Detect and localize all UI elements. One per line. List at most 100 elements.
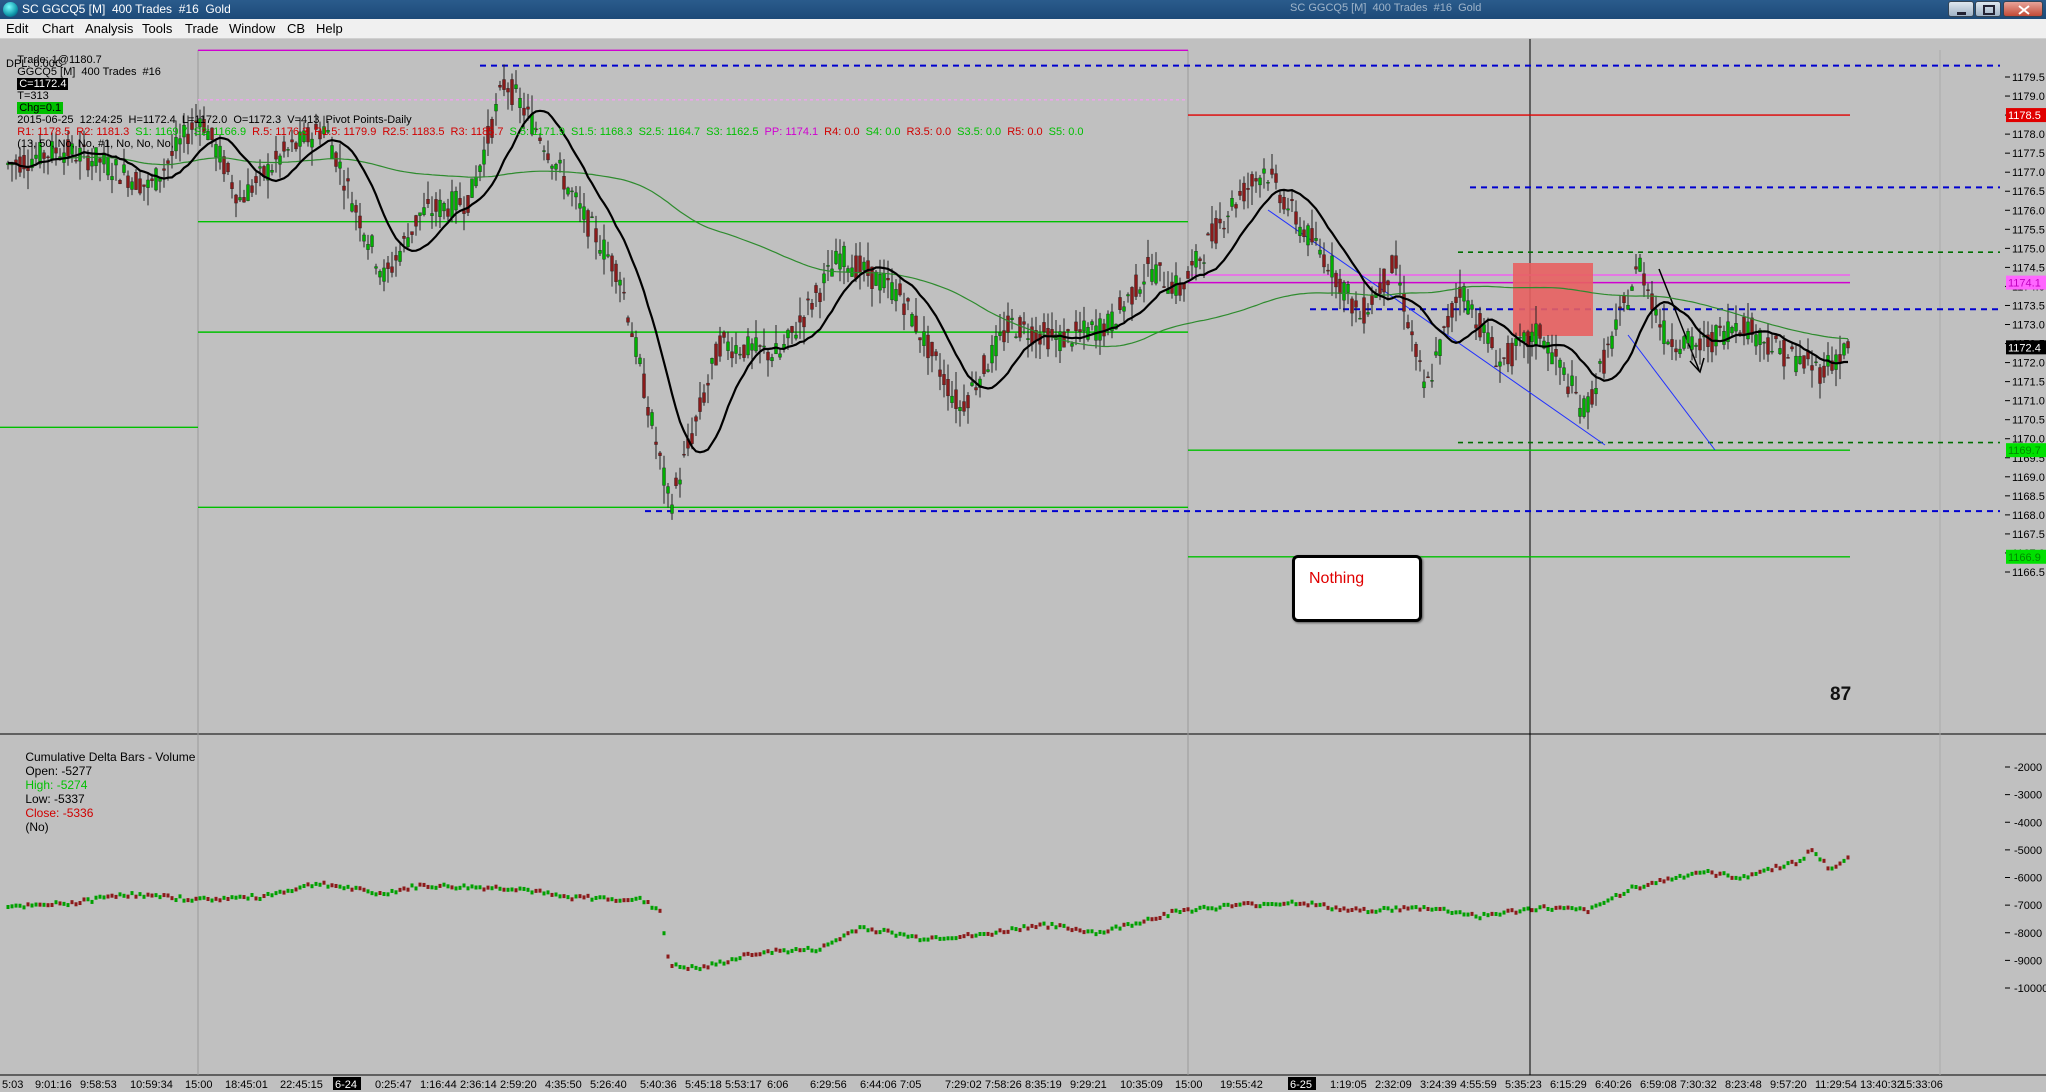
candle-body	[170, 151, 174, 156]
candle-body	[474, 176, 478, 187]
close-icon	[2018, 5, 2030, 15]
delta-bar	[478, 885, 482, 890]
delta-bar	[1338, 908, 1342, 913]
candle-body	[1262, 168, 1266, 174]
r1-price-badge: 1178.5	[2008, 110, 2041, 122]
menu-edit[interactable]: Edit	[6, 21, 28, 36]
candle-body	[1334, 272, 1338, 288]
candle-body	[1050, 329, 1054, 337]
menu-trade[interactable]: Trade	[185, 21, 218, 36]
delta-bar	[1746, 875, 1750, 880]
candle-body	[1402, 293, 1406, 312]
pivot-value: PP: 1174.1	[764, 126, 819, 138]
price-chart-svg[interactable]: 1179.5 1179.0 1178.5 1178.0 1177.5 1177.0 1176…	[0, 39, 2046, 1092]
delta-bar	[1450, 910, 1454, 915]
candle-body	[1502, 357, 1506, 359]
menu-cb[interactable]: CB	[287, 21, 305, 36]
candle-body	[1298, 226, 1302, 236]
candle-body	[442, 203, 446, 212]
menu-window[interactable]: Window	[229, 21, 275, 36]
candle-body	[1338, 278, 1342, 294]
delta-bar	[518, 886, 522, 891]
delta-bar	[1002, 930, 1006, 935]
delta-bar	[1174, 908, 1178, 913]
candle-body	[1462, 286, 1466, 302]
maximize-icon	[1983, 5, 1995, 15]
delta-bar	[1342, 906, 1346, 911]
delta-bar	[398, 887, 402, 892]
menu-help[interactable]: Help	[316, 21, 343, 36]
minimize-button[interactable]	[1948, 1, 1974, 17]
menu-chart[interactable]: Chart	[42, 21, 74, 36]
delta-bar	[1770, 868, 1774, 873]
candle-body	[754, 337, 758, 352]
delta-bar	[942, 936, 946, 941]
nothing-annotation-box[interactable]: Nothing	[1292, 555, 1422, 622]
delta-bar	[1694, 870, 1698, 875]
delta-bar	[1678, 873, 1682, 878]
delta-bar	[774, 947, 778, 952]
pivot-value: S5: 0.0	[1048, 126, 1084, 138]
delta-bar	[790, 948, 794, 953]
delta-bar	[178, 894, 182, 899]
menu-tools[interactable]: Tools	[142, 21, 172, 36]
delta-bar	[1550, 907, 1554, 912]
candle-body	[466, 195, 470, 213]
candle-body	[974, 387, 978, 391]
delta-bar	[550, 892, 554, 897]
candle-body	[1410, 331, 1414, 336]
close-button[interactable]	[2003, 1, 2043, 17]
delta-bar	[554, 892, 558, 897]
delta-bar	[1306, 903, 1310, 908]
delta-bar	[10, 904, 14, 909]
delta-bar	[202, 895, 206, 900]
candle-body	[414, 215, 418, 227]
candle-body	[918, 337, 922, 341]
candle-body	[334, 152, 338, 167]
delta-bar	[1438, 907, 1442, 912]
pivot-value: S3.5: 0.0	[957, 126, 1002, 138]
delta-bar	[174, 898, 178, 903]
delta-bar	[1142, 919, 1146, 924]
delta-tick-label: -5000	[2014, 845, 2042, 857]
delta-bar	[1642, 884, 1646, 889]
candle-body	[650, 412, 654, 426]
candle-body	[710, 358, 714, 364]
delta-bar	[1106, 929, 1110, 934]
menu-analysis[interactable]: Analysis	[85, 21, 133, 36]
candle-body	[238, 197, 242, 201]
price-tick-label: 1171.5	[2012, 377, 2045, 389]
delta-bar	[438, 883, 442, 888]
candle-body	[1490, 337, 1494, 349]
candle-body	[494, 104, 498, 112]
study-params: (13, 50, No, No, #1, No, No, No,	[17, 138, 174, 150]
candle-body	[1658, 324, 1662, 328]
candle-body	[410, 231, 414, 235]
delta-bar	[186, 898, 190, 903]
chart-area[interactable]: 1179.5 1179.0 1178.5 1178.0 1177.5 1177.0 1176…	[0, 39, 2046, 1092]
maximize-button[interactable]	[1975, 1, 2001, 17]
candle-body	[290, 139, 294, 143]
delta-bar	[1606, 898, 1610, 903]
delta-bar	[1202, 904, 1206, 909]
time-label: 10:59:34	[130, 1079, 173, 1091]
delta-bar	[1522, 907, 1526, 912]
candle-body	[454, 190, 458, 211]
delta-bar	[310, 884, 314, 889]
cumulative-delta-title: Cumulative Delta Bars - Volume	[25, 750, 196, 764]
delta-bar	[1414, 905, 1418, 910]
delta-bar	[350, 887, 354, 892]
candle-body	[1546, 342, 1550, 354]
time-label: 6:29:56	[810, 1079, 847, 1091]
candle-body	[1442, 326, 1446, 328]
candle-body	[478, 165, 482, 172]
candle-body	[878, 273, 882, 291]
candle-body	[86, 155, 90, 171]
delta-bar	[1810, 848, 1814, 853]
delta-bar	[746, 951, 750, 956]
delta-bar	[1614, 892, 1618, 897]
time-label: 15:00	[1175, 1079, 1203, 1091]
delta-bar	[1114, 924, 1118, 929]
delta-bar	[1698, 870, 1702, 875]
delta-bar	[450, 885, 454, 890]
